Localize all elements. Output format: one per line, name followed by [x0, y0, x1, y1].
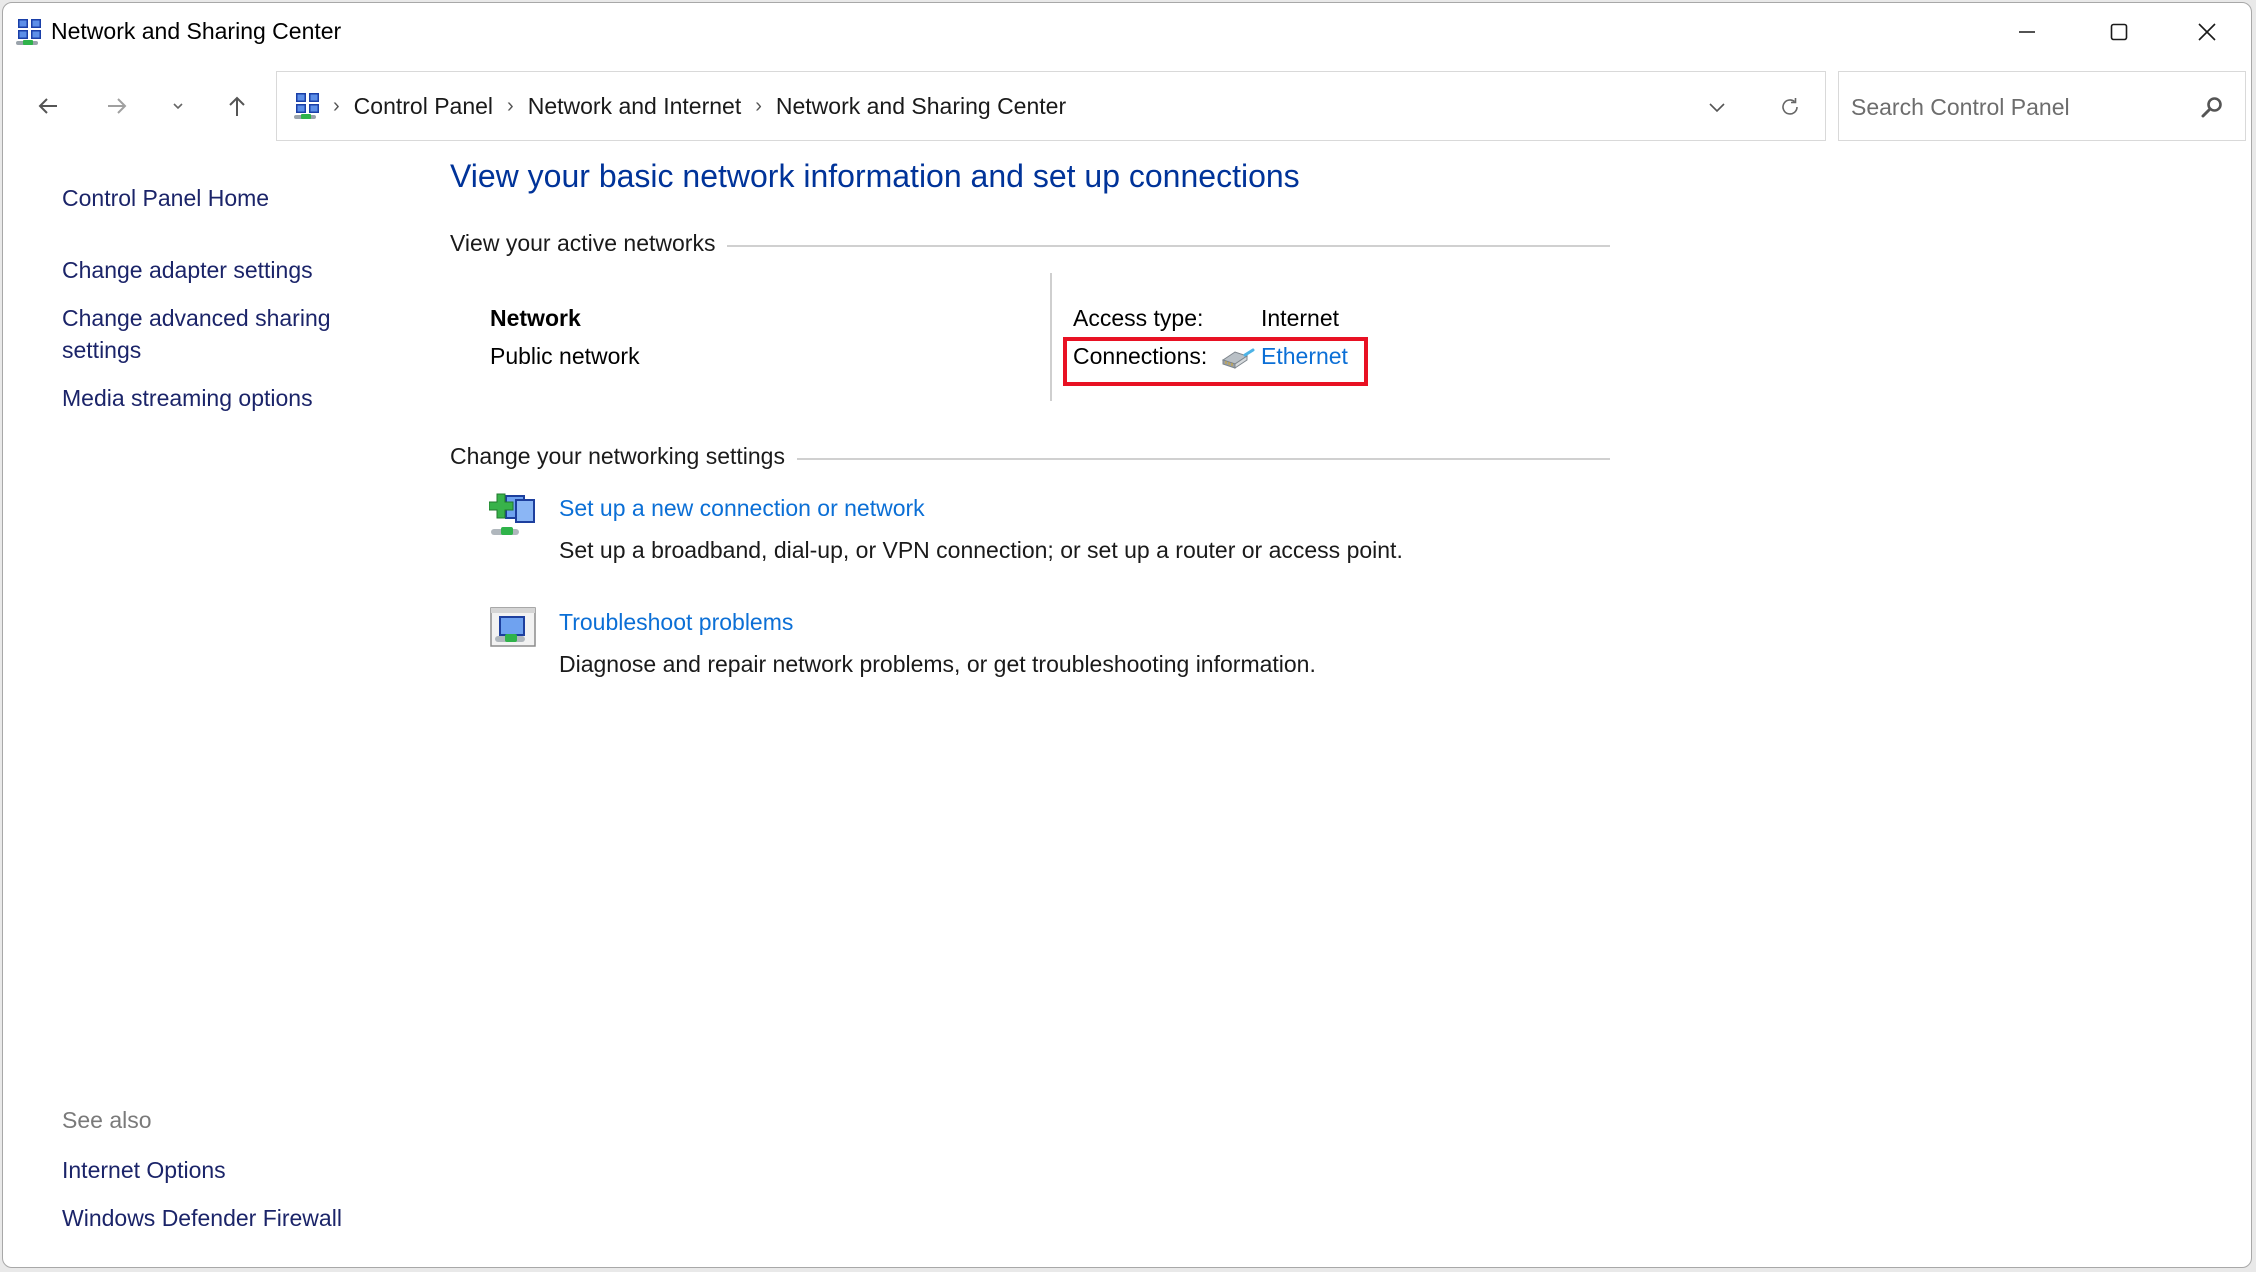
breadcrumb-separator[interactable]: ›: [755, 95, 762, 118]
chevron-down-icon: [1709, 103, 1725, 113]
refresh-button[interactable]: [1767, 84, 1813, 130]
arrow-right-icon: [108, 98, 127, 114]
address-bar[interactable]: › Control Panel › Network and Internet ›…: [276, 71, 1826, 141]
network-sharing-center-window: Network and Sharing Center › Control Pan…: [2, 2, 2252, 1268]
ethernet-icon: [1221, 348, 1255, 369]
network-center-icon: [16, 19, 41, 45]
active-networks-header: View your active networks: [450, 230, 716, 256]
maximize-icon: [2110, 23, 2128, 41]
breadcrumb: › Control Panel › Network and Internet ›…: [333, 72, 1066, 140]
see-also-label: See also: [62, 1107, 152, 1133]
connections-label: Connections:: [1073, 343, 1208, 369]
media-streaming-options-link[interactable]: Media streaming options: [62, 382, 313, 414]
troubleshoot-problems-description: Diagnose and repair network problems, or…: [559, 651, 1316, 677]
breadcrumb-network-and-internet[interactable]: Network and Internet: [528, 93, 742, 120]
active-networks-section: View your active networks: [450, 230, 1610, 257]
window-title: Network and Sharing Center: [51, 18, 342, 44]
change-advanced-sharing-settings-link[interactable]: Change advanced sharing settings: [62, 302, 362, 366]
title-bar: Network and Sharing Center: [3, 3, 2251, 61]
setup-new-connection-link[interactable]: Set up a new connection or network: [559, 495, 925, 522]
minimize-button[interactable]: [1981, 3, 2073, 61]
setup-new-connection-description: Set up a broadband, dial-up, or VPN conn…: [559, 537, 1403, 563]
recent-locations-button[interactable]: [153, 81, 203, 131]
troubleshoot-icon: [490, 607, 536, 647]
troubleshoot-problems-link[interactable]: Troubleshoot problems: [559, 609, 793, 636]
section-divider: [727, 244, 1610, 247]
network-info-divider: [1050, 273, 1052, 401]
up-button[interactable]: [212, 81, 262, 131]
section-divider: [796, 457, 1610, 460]
network-center-icon: [294, 93, 319, 119]
change-settings-section: Change your networking settings: [450, 443, 1610, 470]
arrow-left-icon: [38, 98, 57, 114]
change-settings-header: Change your networking settings: [450, 443, 785, 469]
breadcrumb-network-and-sharing-center[interactable]: Network and Sharing Center: [776, 93, 1066, 120]
search-box: [1838, 71, 2246, 142]
breadcrumb-control-panel[interactable]: Control Panel: [354, 93, 493, 120]
refresh-icon: [1782, 98, 1798, 115]
network-profile: Public network: [490, 343, 640, 369]
close-button[interactable]: [2161, 3, 2251, 61]
arrow-up-icon: [229, 96, 245, 116]
search-input[interactable]: [1849, 72, 2193, 142]
forward-button[interactable]: [92, 81, 142, 131]
control-panel-home-link[interactable]: Control Panel Home: [62, 182, 269, 214]
maximize-button[interactable]: [2073, 3, 2165, 61]
breadcrumb-separator[interactable]: ›: [507, 95, 514, 118]
chevron-down-icon: [173, 103, 183, 110]
address-history-dropdown[interactable]: [1694, 84, 1740, 130]
access-type-label: Access type:: [1073, 305, 1204, 331]
network-name: Network: [490, 305, 581, 331]
minimize-icon: [2019, 31, 2035, 33]
windows-defender-firewall-link[interactable]: Windows Defender Firewall: [62, 1202, 342, 1234]
close-icon: [2198, 23, 2216, 41]
internet-options-link[interactable]: Internet Options: [62, 1154, 226, 1186]
new-connection-icon: [489, 493, 535, 535]
ethernet-connection-link[interactable]: Ethernet: [1261, 343, 1348, 370]
breadcrumb-separator[interactable]: ›: [333, 95, 340, 118]
page-title: View your basic network information and …: [450, 158, 1300, 194]
change-adapter-settings-link[interactable]: Change adapter settings: [62, 254, 313, 286]
back-button[interactable]: [23, 81, 73, 131]
access-type-value: Internet: [1261, 305, 1339, 331]
search-icon[interactable]: [2199, 94, 2225, 120]
